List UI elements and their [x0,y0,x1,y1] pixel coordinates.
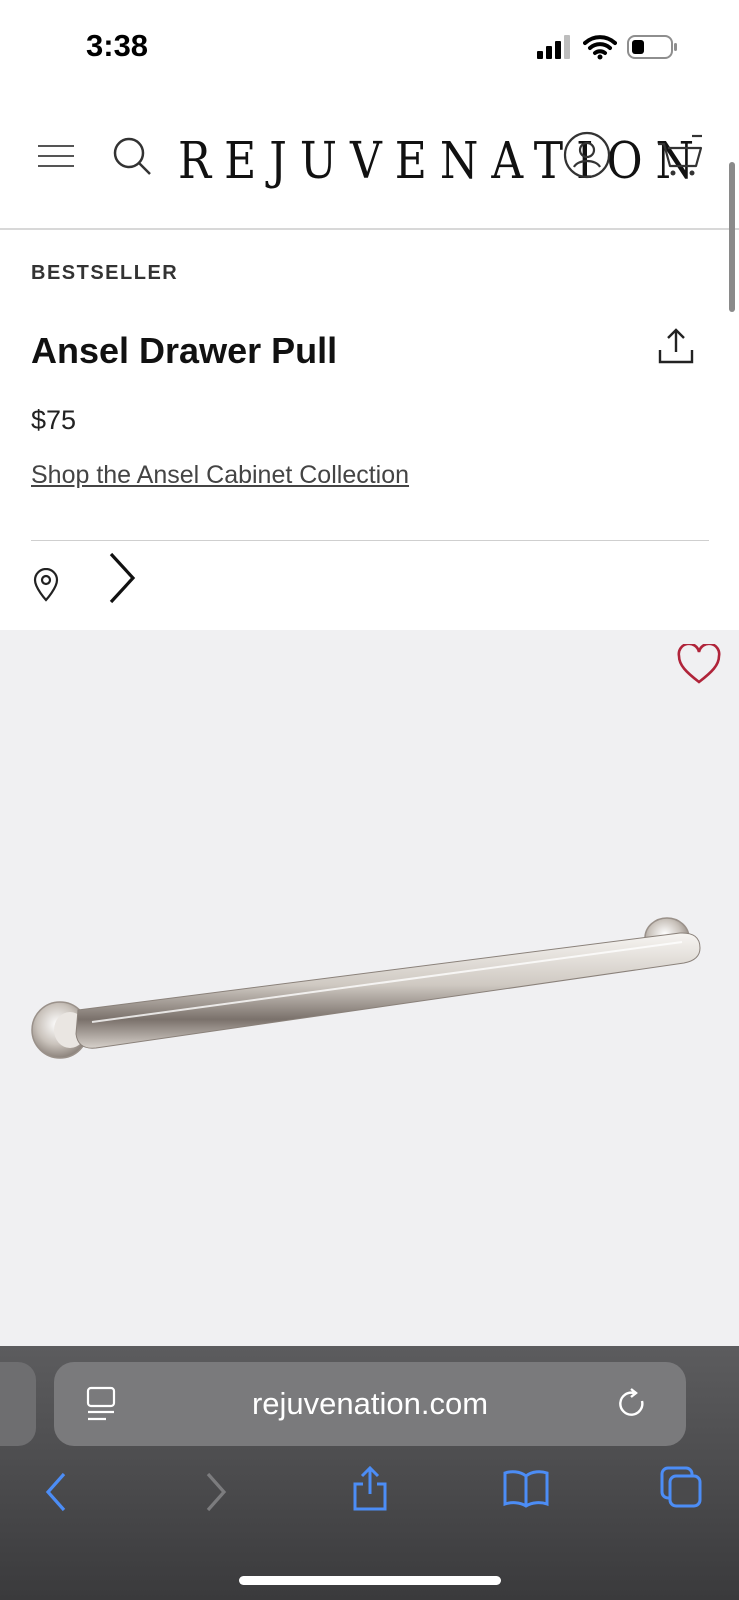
previous-tab-preview[interactable] [0,1362,36,1446]
address-bar[interactable]: rejuvenation.com [54,1362,686,1446]
account-button[interactable] [562,130,612,180]
product-image-area[interactable] [0,630,739,1350]
search-icon [113,137,151,175]
status-icons [537,34,679,60]
cart-button[interactable] [654,130,706,180]
browser-toolbar [0,1458,739,1538]
url-text: rejuvenation.com [251,1386,489,1421]
menu-icon [38,145,74,167]
wifi-icon [583,35,617,60]
search-button[interactable] [110,134,154,178]
scroll-indicator[interactable] [729,162,735,312]
store-location-row[interactable] [31,548,231,608]
share-button[interactable] [656,326,696,371]
product-image [31,917,701,1059]
back-icon[interactable] [42,1470,72,1514]
site-logo[interactable]: REJUVENATION [178,132,707,191]
bookmarks-icon[interactable] [502,1468,550,1508]
browser-bar: rejuvenation.com [0,1346,739,1600]
menu-button[interactable] [34,134,78,178]
cellular-signal-icon [537,35,570,59]
account-icon [563,131,611,179]
forward-icon[interactable] [200,1470,230,1514]
site-header: REJUVENATION [0,110,739,230]
chevron-right-icon [109,552,136,604]
divider [31,540,709,541]
reload-icon[interactable] [616,1387,648,1421]
cart-icon [658,134,703,176]
tabs-icon[interactable] [660,1466,704,1510]
product-title: Ansel Drawer Pull [31,330,338,371]
status-bar: 3:38 [0,0,739,100]
status-time: 3:38 [86,28,149,63]
share-sheet-icon[interactable] [350,1464,390,1512]
heart-icon [677,642,721,684]
location-pin-icon [33,568,59,602]
battery-icon [627,35,677,59]
collection-link[interactable]: Shop the Ansel Cabinet Collection [31,461,409,490]
favorite-button[interactable] [676,642,722,691]
product-price: $75 [31,405,77,435]
bestseller-badge: BESTSELLER [31,262,179,284]
home-indicator[interactable] [239,1576,501,1585]
share-icon [658,328,694,364]
